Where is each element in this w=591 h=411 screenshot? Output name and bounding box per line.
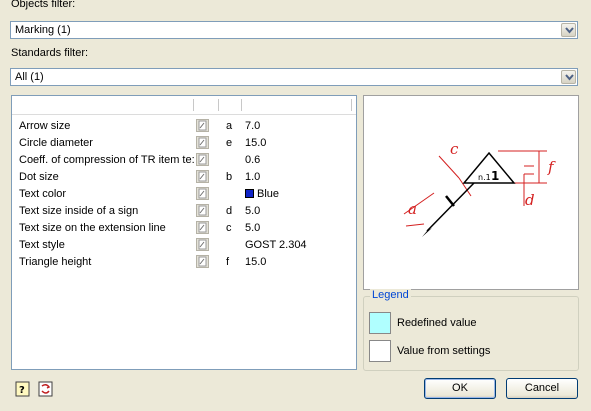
edit-value-icon[interactable] bbox=[196, 119, 209, 132]
standards-filter-label: Standards filter: bbox=[11, 47, 89, 59]
table-row[interactable]: Circle diameter e 15.0 bbox=[12, 135, 356, 152]
table-row[interactable]: Triangle height f 15.0 bbox=[12, 254, 356, 271]
preview-panel: c a d f n.1 1 bbox=[363, 95, 579, 290]
legend-title: Legend bbox=[370, 289, 411, 301]
property-value-text: Blue bbox=[257, 188, 280, 200]
property-value[interactable]: 0.6 bbox=[245, 154, 260, 166]
svg-text:?: ? bbox=[19, 385, 25, 396]
property-name: Triangle height bbox=[19, 256, 92, 268]
property-name: Text size on the extension line bbox=[19, 222, 166, 234]
table-row[interactable]: Coeff. of compression of TR item te: 0.6 bbox=[12, 152, 356, 169]
settings-swatch bbox=[369, 340, 391, 362]
cancel-button[interactable]: Cancel bbox=[506, 378, 578, 399]
property-value[interactable]: 15.0 bbox=[245, 137, 266, 149]
label-a: a bbox=[408, 200, 417, 218]
property-variable: f bbox=[226, 256, 230, 268]
marking-diagram: c a d f n.1 1 bbox=[403, 140, 556, 237]
label-f: f bbox=[547, 158, 556, 176]
color-swatch bbox=[245, 189, 254, 198]
redefined-swatch bbox=[369, 312, 391, 334]
label-d: d bbox=[525, 191, 535, 209]
ok-button[interactable]: OK bbox=[424, 378, 496, 399]
edit-value-icon[interactable] bbox=[196, 170, 209, 183]
edit-value-icon[interactable] bbox=[196, 204, 209, 217]
table-row[interactable]: Dot size b 1.0 bbox=[12, 169, 356, 186]
property-variable: a bbox=[226, 120, 233, 132]
standards-filter-value: All (1) bbox=[15, 71, 44, 83]
property-name: Coeff. of compression of TR item te: bbox=[19, 154, 195, 166]
property-variable: d bbox=[226, 205, 233, 217]
property-name: Text color bbox=[19, 188, 67, 200]
property-variable: b bbox=[226, 171, 233, 183]
edit-value-icon[interactable] bbox=[196, 153, 209, 166]
property-value-text: GOST 2.304 bbox=[245, 239, 307, 251]
edit-value-icon[interactable] bbox=[196, 221, 209, 234]
property-value[interactable]: 15.0 bbox=[245, 256, 266, 268]
property-value[interactable]: 1.0 bbox=[245, 171, 260, 183]
edit-value-icon[interactable] bbox=[196, 136, 209, 149]
standards-filter-combo[interactable]: All (1) bbox=[10, 68, 578, 86]
property-value[interactable]: 5.0 bbox=[245, 205, 260, 217]
property-value-text: 15.0 bbox=[245, 256, 267, 268]
objects-filter-label: Objects filter: bbox=[11, 0, 76, 10]
property-value[interactable]: Blue bbox=[245, 188, 279, 200]
objects-filter-value: Marking (1) bbox=[15, 24, 71, 36]
properties-grid[interactable]: Arrow size a 7.0 Circle diameter e 15.0 Coeff.… bbox=[11, 95, 357, 370]
property-value-text: 0.6 bbox=[245, 154, 261, 166]
table-row[interactable]: Text size on the extension line c 5.0 bbox=[12, 220, 356, 237]
property-value-text: 5.0 bbox=[245, 222, 261, 234]
property-value-text: 1.0 bbox=[245, 171, 261, 183]
label-1: 1 bbox=[491, 169, 499, 183]
grid-header bbox=[12, 96, 356, 115]
property-value[interactable]: 5.0 bbox=[245, 222, 260, 234]
table-row[interactable]: Text color Blue bbox=[12, 186, 356, 203]
edit-value-icon[interactable] bbox=[196, 187, 209, 200]
property-value-text: 7.0 bbox=[245, 120, 261, 132]
property-name: Circle diameter bbox=[19, 137, 93, 149]
property-variable: c bbox=[226, 222, 232, 234]
reset-icon[interactable] bbox=[38, 381, 54, 397]
property-value-text: 15.0 bbox=[245, 137, 267, 149]
property-name: Text size inside of a sign bbox=[19, 205, 139, 217]
edit-value-icon[interactable] bbox=[196, 238, 209, 251]
table-row[interactable]: Text style GOST 2.304 bbox=[12, 237, 356, 254]
property-name: Arrow size bbox=[19, 120, 71, 132]
chevron-down-icon[interactable] bbox=[561, 70, 576, 84]
chevron-down-icon[interactable] bbox=[561, 23, 576, 37]
property-variable: e bbox=[226, 137, 233, 149]
legend-group: Legend Redefined value Value from settin… bbox=[363, 289, 579, 371]
edit-value-icon[interactable] bbox=[196, 255, 209, 268]
help-icon[interactable]: ? bbox=[15, 381, 31, 397]
table-row[interactable]: Text size inside of a sign d 5.0 bbox=[12, 203, 356, 220]
property-value[interactable]: 7.0 bbox=[245, 120, 260, 132]
settings-label: Value from settings bbox=[397, 345, 491, 357]
redefined-label: Redefined value bbox=[397, 317, 477, 329]
label-n1: n.1 bbox=[478, 173, 491, 182]
label-c: c bbox=[450, 140, 459, 158]
property-name: Text style bbox=[19, 239, 65, 251]
table-row[interactable]: Arrow size a 7.0 bbox=[12, 118, 356, 135]
property-name: Dot size bbox=[19, 171, 59, 183]
property-value-text: 5.0 bbox=[245, 205, 261, 217]
property-value[interactable]: GOST 2.304 bbox=[245, 239, 307, 251]
objects-filter-combo[interactable]: Marking (1) bbox=[10, 21, 578, 39]
